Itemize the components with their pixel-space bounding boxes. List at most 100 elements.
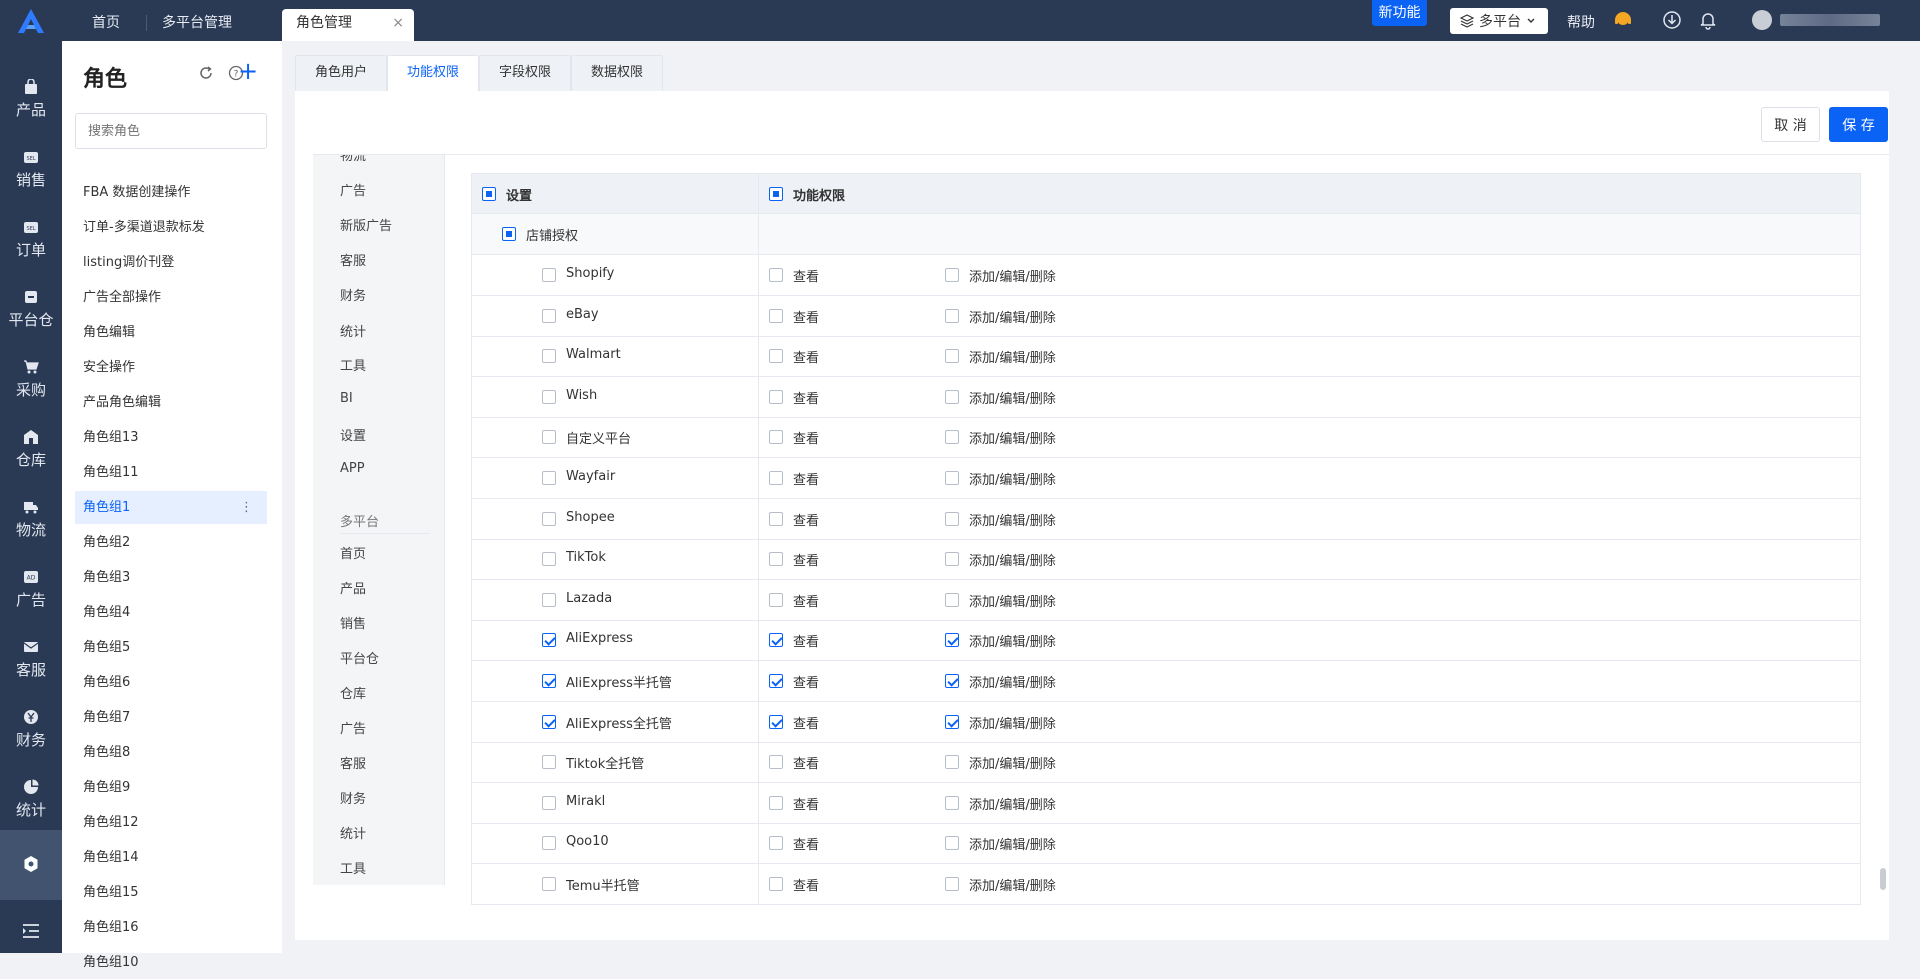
view-checkbox[interactable]: [769, 877, 783, 891]
edit-checkbox[interactable]: [945, 309, 959, 323]
help-link[interactable]: 帮助: [1567, 12, 1595, 32]
role-item[interactable]: 订单-多渠道退款标发: [75, 211, 267, 244]
menu-item[interactable]: 工具: [340, 858, 366, 877]
scrollbar-thumb[interactable]: [1880, 868, 1886, 890]
menu-item[interactable]: 平台仓: [340, 648, 379, 667]
edit-checkbox[interactable]: [945, 552, 959, 566]
edit-checkbox[interactable]: [945, 755, 959, 769]
nav-item-order[interactable]: SEL 订单: [0, 206, 62, 272]
platform-checkbox[interactable]: [542, 268, 556, 282]
view-checkbox[interactable]: [769, 309, 783, 323]
nav-item-platform-warehouse[interactable]: 平台仓: [0, 276, 62, 342]
top-tab-role-management[interactable]: 角色管理 ×: [282, 9, 414, 41]
edit-checkbox[interactable]: [945, 268, 959, 282]
platform-checkbox[interactable]: [542, 430, 556, 444]
edit-checkbox[interactable]: [945, 877, 959, 891]
view-checkbox[interactable]: [769, 552, 783, 566]
edit-checkbox[interactable]: [945, 512, 959, 526]
view-checkbox[interactable]: [769, 633, 783, 647]
role-item[interactable]: 角色组11: [75, 456, 267, 489]
nav-collapse-toggle[interactable]: [0, 912, 62, 952]
view-checkbox[interactable]: [769, 268, 783, 282]
role-item[interactable]: 角色组9: [75, 771, 267, 804]
platform-checkbox[interactable]: [542, 349, 556, 363]
tab-field-permissions[interactable]: 字段权限: [479, 55, 571, 91]
top-tab-multiplatform[interactable]: 多平台管理: [148, 9, 246, 41]
top-tab-home[interactable]: 首页: [78, 9, 134, 41]
nav-item-service[interactable]: 客服: [0, 626, 62, 692]
edit-checkbox[interactable]: [945, 715, 959, 729]
view-checkbox[interactable]: [769, 430, 783, 444]
view-checkbox[interactable]: [769, 512, 783, 526]
menu-item[interactable]: 客服: [340, 753, 366, 772]
more-options-icon[interactable]: ⋮: [240, 491, 253, 524]
download-icon[interactable]: [1662, 10, 1682, 30]
role-item[interactable]: 角色组4: [75, 596, 267, 629]
support-agent-icon[interactable]: [1613, 10, 1633, 30]
role-item[interactable]: 角色组16: [75, 911, 267, 944]
role-item[interactable]: 角色组6: [75, 666, 267, 699]
platform-checkbox[interactable]: [542, 877, 556, 891]
nav-item-finance[interactable]: 财务: [0, 696, 62, 762]
role-item[interactable]: 产品角色编辑: [75, 386, 267, 419]
user-menu[interactable]: [1752, 10, 1880, 30]
nav-item-purchase[interactable]: 采购: [0, 346, 62, 412]
select-all-permissions-checkbox[interactable]: [769, 187, 783, 201]
platform-checkbox[interactable]: [542, 836, 556, 850]
view-checkbox[interactable]: [769, 715, 783, 729]
view-checkbox[interactable]: [769, 471, 783, 485]
edit-checkbox[interactable]: [945, 471, 959, 485]
platform-checkbox[interactable]: [542, 309, 556, 323]
edit-checkbox[interactable]: [945, 796, 959, 810]
role-item[interactable]: 角色组7: [75, 701, 267, 734]
tab-data-permissions[interactable]: 数据权限: [571, 55, 663, 91]
menu-item[interactable]: 产品: [340, 578, 366, 597]
view-checkbox[interactable]: [769, 349, 783, 363]
menu-item[interactable]: 统计: [340, 823, 366, 842]
platform-checkbox[interactable]: [542, 796, 556, 810]
platform-checkbox[interactable]: [542, 593, 556, 607]
edit-checkbox[interactable]: [945, 633, 959, 647]
role-item[interactable]: 安全操作: [75, 351, 267, 384]
nav-item-ads[interactable]: AD 广告: [0, 556, 62, 622]
platform-checkbox[interactable]: [542, 633, 556, 647]
menu-item[interactable]: BI: [340, 391, 353, 406]
role-search-input[interactable]: [75, 113, 267, 149]
role-item[interactable]: FBA 数据创建操作: [75, 176, 267, 209]
save-button[interactable]: 保 存: [1829, 107, 1888, 142]
role-item[interactable]: 角色组13: [75, 421, 267, 454]
edit-checkbox[interactable]: [945, 674, 959, 688]
role-item[interactable]: listing调价刊登: [75, 246, 267, 279]
view-checkbox[interactable]: [769, 390, 783, 404]
cancel-button[interactable]: 取 消: [1761, 107, 1820, 142]
edit-checkbox[interactable]: [945, 593, 959, 607]
nav-item-logistics[interactable]: 物流: [0, 486, 62, 552]
role-item[interactable]: 角色组3: [75, 561, 267, 594]
platform-select[interactable]: 多平台: [1450, 8, 1548, 34]
bell-icon[interactable]: [1698, 10, 1718, 30]
edit-checkbox[interactable]: [945, 390, 959, 404]
menu-item[interactable]: 统计: [340, 321, 366, 340]
platform-checkbox[interactable]: [542, 512, 556, 526]
view-checkbox[interactable]: [769, 755, 783, 769]
platform-checkbox[interactable]: [542, 674, 556, 688]
menu-item[interactable]: 广告: [340, 718, 366, 737]
menu-item[interactable]: 销售: [340, 613, 366, 632]
platform-checkbox[interactable]: [542, 552, 556, 566]
platform-checkbox[interactable]: [542, 755, 556, 769]
nav-item-product[interactable]: 产品: [0, 66, 62, 132]
role-item[interactable]: 角色组5: [75, 631, 267, 664]
view-checkbox[interactable]: [769, 836, 783, 850]
edit-checkbox[interactable]: [945, 430, 959, 444]
role-item[interactable]: 角色组1 ⋮: [75, 491, 267, 524]
add-role-button[interactable]: +: [238, 59, 258, 83]
role-item[interactable]: 广告全部操作: [75, 281, 267, 314]
select-all-settings-checkbox[interactable]: [482, 187, 496, 201]
nav-item-warehouse[interactable]: 仓库: [0, 416, 62, 482]
role-item[interactable]: 角色组8: [75, 736, 267, 769]
menu-item[interactable]: APP: [340, 461, 365, 476]
edit-checkbox[interactable]: [945, 349, 959, 363]
edit-checkbox[interactable]: [945, 836, 959, 850]
platform-checkbox[interactable]: [542, 390, 556, 404]
menu-item[interactable]: 财务: [340, 285, 366, 304]
